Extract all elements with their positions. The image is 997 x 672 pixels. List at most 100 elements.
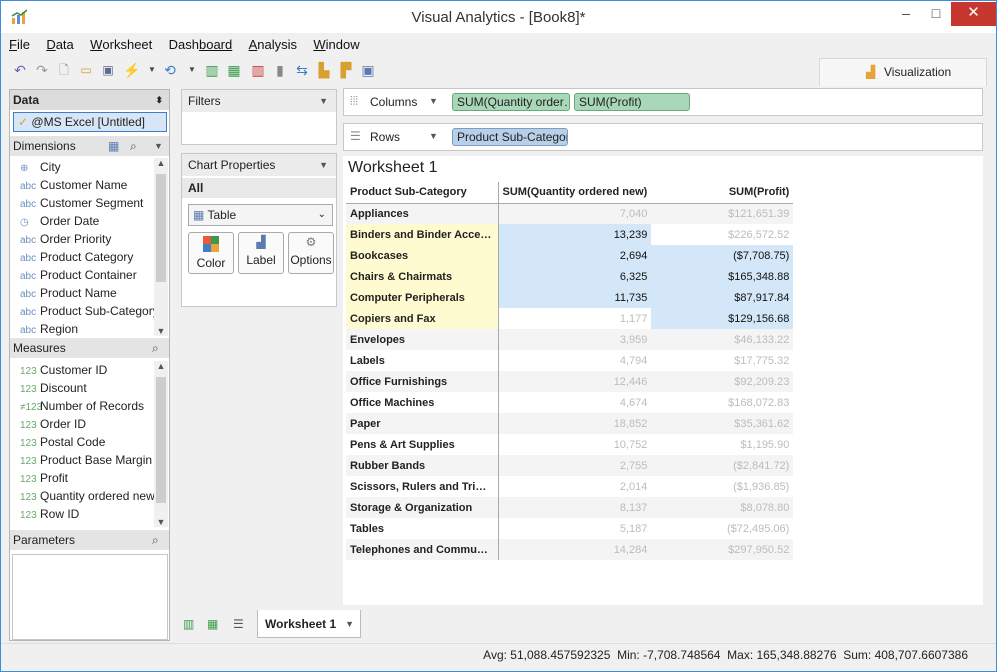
value-cell[interactable]: $17,775.32 <box>651 350 793 371</box>
measures-scrollbar[interactable]: ▲ ▼ <box>154 361 168 527</box>
visualization-tab[interactable]: ▟ Visualization <box>819 58 987 86</box>
value-cell[interactable]: ($2,841.72) <box>651 455 794 476</box>
value-cell[interactable]: 8,137 <box>498 497 652 518</box>
row-header-cell[interactable]: Office Machines <box>346 392 499 413</box>
measure-item[interactable]: ≠123Number of Records <box>10 397 154 415</box>
data-source-icon[interactable]: ⚡ <box>123 61 141 79</box>
chevron-down-icon[interactable]: ▼ <box>345 610 354 638</box>
menu-analysis[interactable]: Analysis <box>249 37 297 52</box>
value-cell[interactable]: ($72,495.06) <box>651 518 793 539</box>
value-cell[interactable]: $226,572.52 <box>651 224 793 245</box>
open-folder-icon[interactable]: ▭ <box>77 61 95 79</box>
dimension-item[interactable]: abc Product Category <box>10 248 154 266</box>
chevron-down-icon[interactable]: ▼ <box>319 90 328 112</box>
sort-icon[interactable]: ⬍ <box>155 90 163 110</box>
column-header[interactable]: SUM(Quantity ordered new) <box>498 182 652 204</box>
chevron-down-icon[interactable]: ▼ <box>429 131 438 141</box>
dimension-item[interactable]: ⊕ City <box>10 158 154 176</box>
value-cell[interactable]: 2,755 <box>498 455 652 476</box>
minimize-button[interactable]: – <box>891 2 921 26</box>
measure-item[interactable]: 123 Postal Code <box>10 433 154 451</box>
value-cell[interactable]: 11,735 <box>498 287 652 308</box>
swap-icon[interactable]: ⇆ <box>293 61 311 79</box>
new-icon[interactable]: 🗋 <box>55 61 73 79</box>
value-cell[interactable]: ($7,708.75) <box>651 245 794 266</box>
menu-worksheet[interactable]: Worksheet <box>90 37 152 52</box>
dimension-item[interactable]: abc Product Name <box>10 284 154 302</box>
menu-window[interactable]: Window <box>313 37 359 52</box>
clear-sheet-icon[interactable]: ▥ <box>249 61 267 79</box>
row-header-cell[interactable]: Paper <box>346 413 499 434</box>
value-cell[interactable]: 10,752 <box>498 434 651 455</box>
row-header-cell[interactable]: Tables <box>346 518 499 539</box>
row-header-cell[interactable]: Labels <box>346 350 499 371</box>
rows-pill-subcategory[interactable]: Product Sub-Category <box>452 128 568 146</box>
new-worksheet-icon[interactable]: ▥ <box>203 61 221 79</box>
value-cell[interactable]: 7,040 <box>498 203 652 224</box>
row-header-cell[interactable]: Rubber Bands <box>346 455 499 476</box>
bar-chart-icon[interactable]: ▮ <box>271 61 289 79</box>
redo-icon[interactable]: ↷ <box>33 61 51 79</box>
row-header-cell[interactable]: Binders and Binder Access… <box>346 224 499 245</box>
value-cell[interactable]: 2,694 <box>498 245 652 266</box>
row-header-cell[interactable]: Computer Peripherals <box>346 287 499 308</box>
menu-dashboard[interactable]: Dashboard <box>169 37 233 52</box>
dimensions-scrollbar[interactable]: ▲ ▼ <box>154 158 168 336</box>
chevron-down-icon[interactable]: ▼ <box>183 61 201 79</box>
sort-descending-icon[interactable]: ▛ <box>337 61 355 79</box>
dimension-item[interactable]: abc Customer Name <box>10 176 154 194</box>
row-header-cell[interactable]: Envelopes <box>346 329 499 350</box>
refresh-icon[interactable]: ⟲ <box>161 61 179 79</box>
table-view-icon[interactable]: ▦ <box>108 136 119 156</box>
measure-item[interactable]: 123 Profit <box>10 469 154 487</box>
value-cell[interactable]: 2,014 <box>498 476 651 497</box>
sort-ascending-icon[interactable]: ▙ <box>315 61 333 79</box>
value-cell[interactable]: $121,651.39 <box>651 203 794 224</box>
measure-item[interactable]: 123 Discount <box>10 379 154 397</box>
close-button[interactable]: ✕ <box>951 2 996 26</box>
column-header[interactable]: Product Sub-Category <box>346 182 499 204</box>
value-cell[interactable]: ($1,936.85) <box>651 476 793 497</box>
measure-item[interactable]: 123 Row ID <box>10 505 154 523</box>
columns-pill-quantity[interactable]: SUM(Quantity order… <box>452 93 570 111</box>
row-header-cell[interactable]: Telephones and Communica… <box>346 539 499 560</box>
chevron-down-icon[interactable]: ▼ <box>154 136 163 156</box>
value-cell[interactable]: $46,133.22 <box>651 329 794 350</box>
options-button[interactable]: ⚙ Options <box>288 232 334 274</box>
value-cell[interactable]: 6,325 <box>498 266 652 287</box>
value-cell[interactable]: 14,284 <box>498 539 652 560</box>
value-cell[interactable]: 5,187 <box>498 518 651 539</box>
value-cell[interactable]: 13,239 <box>498 224 652 245</box>
row-header-cell[interactable]: Appliances <box>346 203 499 224</box>
value-cell[interactable]: $92,209.23 <box>651 371 794 392</box>
row-header-cell[interactable]: Copiers and Fax <box>346 308 499 329</box>
chevron-down-icon[interactable]: ▼ <box>429 96 438 106</box>
value-cell[interactable]: $35,361.62 <box>651 413 794 434</box>
row-header-cell[interactable]: Storage & Organization <box>346 497 499 518</box>
dimension-item[interactable]: abc Product Sub-Category <box>10 302 154 320</box>
new-dashboard-icon[interactable]: ▦ <box>207 617 218 631</box>
scope-all[interactable]: All <box>182 178 336 198</box>
row-header-cell[interactable]: Chairs & Chairmats <box>346 266 499 287</box>
value-cell[interactable]: 4,794 <box>498 350 651 371</box>
row-header-cell[interactable]: Pens & Art Supplies <box>346 434 499 455</box>
fit-icon[interactable]: ▣ <box>359 61 377 79</box>
value-cell[interactable]: 18,852 <box>498 413 652 434</box>
value-cell[interactable]: $87,917.84 <box>651 287 794 308</box>
color-button[interactable]: Color <box>188 232 234 274</box>
value-cell[interactable]: 1,177 <box>498 308 651 329</box>
search-icon[interactable]: ⌕ <box>152 530 159 550</box>
chevron-down-icon[interactable]: ▼ <box>143 61 161 79</box>
menu-file[interactable]: File <box>9 37 30 52</box>
value-cell[interactable]: 12,446 <box>498 371 652 392</box>
search-icon[interactable]: ⌕ <box>130 136 137 156</box>
value-cell[interactable]: 3,959 <box>498 329 652 350</box>
value-cell[interactable]: $165,348.88 <box>651 266 794 287</box>
value-cell[interactable]: $8,078.80 <box>651 497 794 518</box>
value-cell[interactable]: $297,950.52 <box>651 539 794 560</box>
dimension-item[interactable]: ◷ Order Date <box>10 212 154 230</box>
value-cell[interactable]: $168,072.83 <box>651 392 793 413</box>
dimension-item[interactable]: abc Region <box>10 320 154 336</box>
measure-item[interactable]: 123 Order ID <box>10 415 154 433</box>
menu-data[interactable]: Data <box>46 37 73 52</box>
